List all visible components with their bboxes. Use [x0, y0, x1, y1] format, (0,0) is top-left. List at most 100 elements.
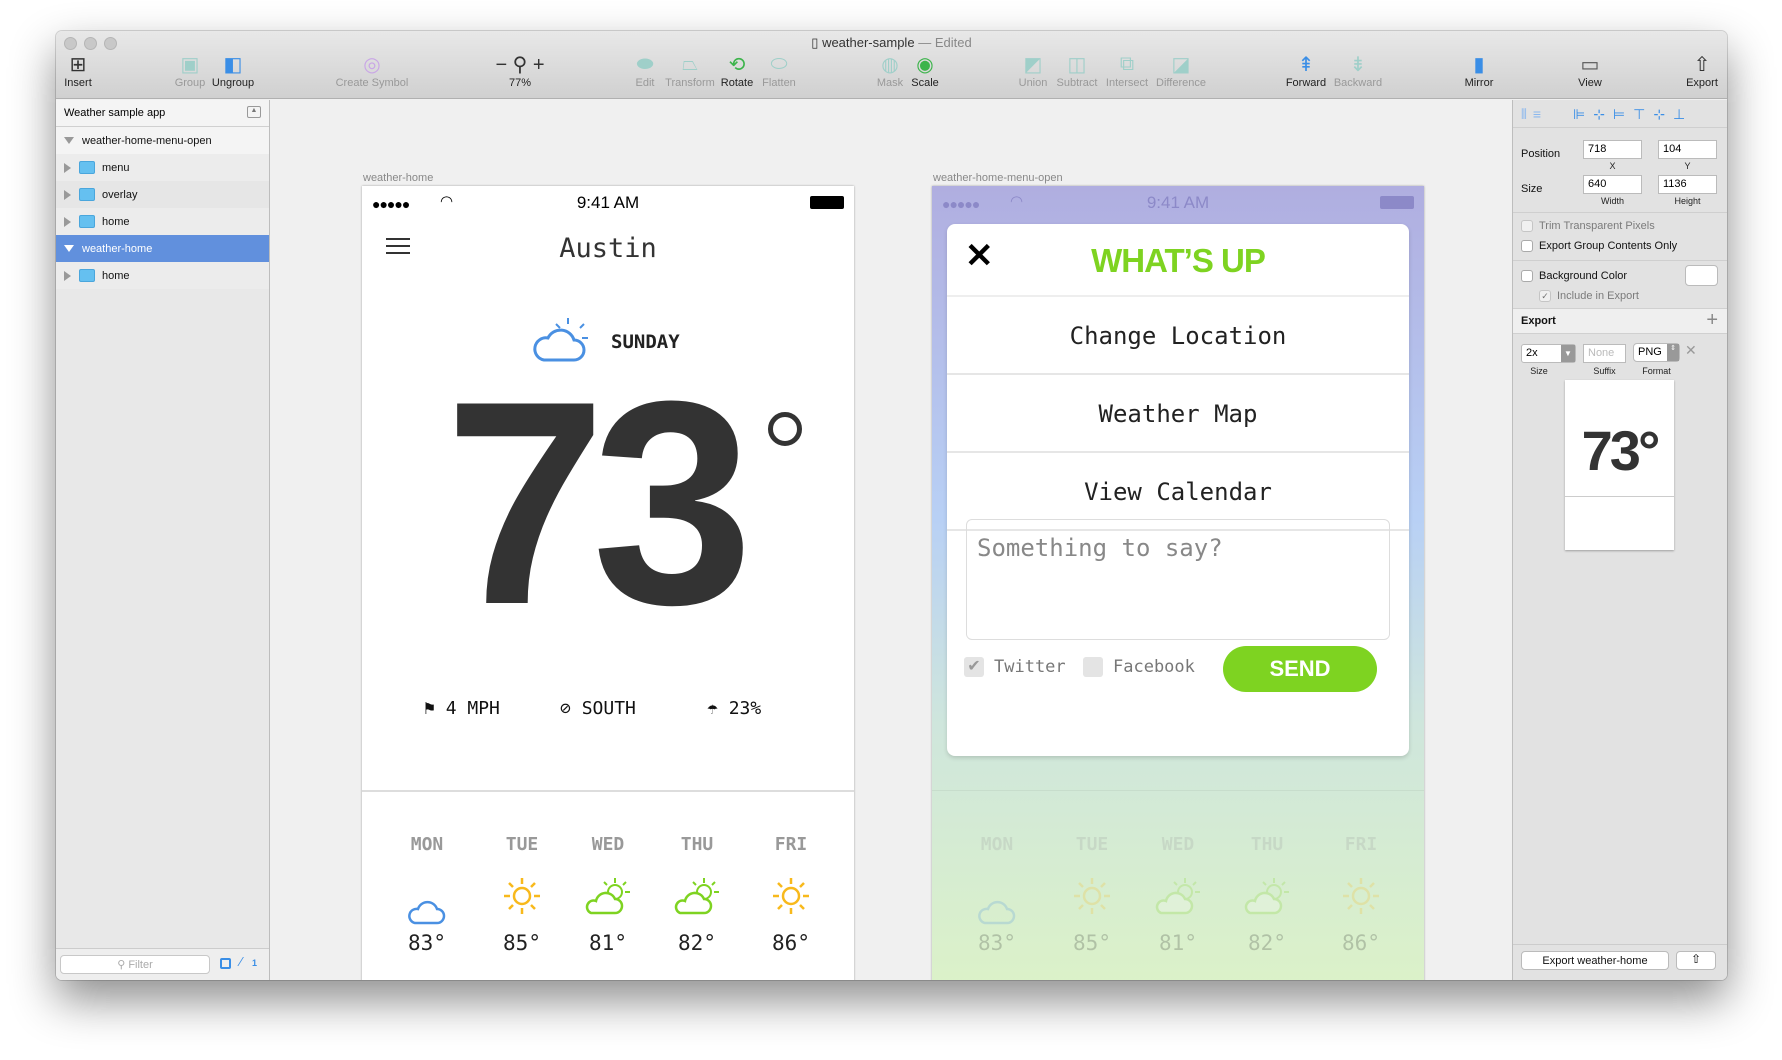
toolbar-ungroup-button[interactable]: ◧ Ungroup	[193, 51, 273, 90]
suffix-input[interactable]: None	[1583, 344, 1626, 363]
artboard-label[interactable]: weather-home	[363, 172, 433, 184]
status-time: 9:41 AM	[1146, 193, 1210, 212]
forecast-icon	[477, 876, 567, 921]
collapse-pages-icon[interactable]: ▲	[247, 106, 261, 118]
forecast-icon	[1133, 876, 1223, 921]
battery-icon	[810, 196, 844, 209]
y-input[interactable]: 104	[1658, 140, 1717, 159]
disclosure-open-icon[interactable]	[64, 245, 74, 252]
export-artboard-button[interactable]: Export weather-home	[1521, 951, 1669, 970]
canvas[interactable]: weather-home ●●●●● ◠ 9:41 AM Austin SUND…	[270, 100, 1512, 980]
height-input[interactable]: 1136	[1658, 175, 1717, 194]
symbol-icon: ◎	[363, 53, 381, 76]
format-caption: Format	[1642, 366, 1671, 376]
toolbar-backward-button[interactable]: ⇟ Backward	[1318, 51, 1398, 90]
wind-direction: ⊘ SOUTH	[560, 698, 636, 719]
layer-home[interactable]: home	[56, 208, 269, 235]
add-export-icon[interactable]: +	[1706, 309, 1718, 332]
facebook-checkbox[interactable]: Facebook	[1083, 657, 1195, 677]
toolbar-flatten-button[interactable]: ⬭ Flatten	[739, 51, 819, 90]
position-label: Position	[1521, 148, 1561, 160]
disclosure-closed-icon[interactable]	[64, 270, 71, 281]
folder-icon	[79, 215, 95, 228]
layer-weather-home-menu-open[interactable]: weather-home-menu-open	[56, 127, 269, 154]
page-selector[interactable]: Weather sample app ▲	[56, 100, 269, 127]
distribute-icons[interactable]: ⫴≡	[1521, 106, 1547, 123]
trim-checkbox[interactable]: Trim Transparent Pixels	[1521, 220, 1655, 232]
layer-weather-home[interactable]: weather-home	[56, 235, 269, 262]
include-in-export-checkbox[interactable]: ✓ Include in Export	[1539, 290, 1639, 302]
artboards-icon[interactable]	[220, 958, 231, 969]
toolbar-mirror-button[interactable]: ▮ Mirror	[1439, 51, 1519, 90]
forecast-icon	[652, 876, 742, 921]
partly-cloudy-icon	[674, 878, 719, 915]
artboard-weather-home-menu-open[interactable]: ●●●●● ◠ 9:41 AM MON 83° TUE 85° WED 81° THU…	[932, 186, 1424, 980]
flag-icon: ⚑	[424, 698, 446, 719]
difference-icon: ◪	[1171, 53, 1191, 76]
toolbar-export-button[interactable]: ⇧ Export	[1662, 51, 1727, 90]
check-icon: ✔	[964, 657, 984, 677]
stepper-icon: ⇕	[1667, 344, 1679, 361]
slice-icon[interactable]: ⁄	[240, 954, 242, 969]
forecast-day: WED	[1161, 834, 1195, 855]
sun-icon	[1074, 878, 1110, 914]
disclosure-closed-icon[interactable]	[64, 162, 71, 173]
layer-overlay[interactable]: overlay	[56, 181, 269, 208]
disclosure-open-icon[interactable]	[64, 137, 74, 144]
folder-icon	[79, 188, 95, 201]
mirror-icon: ▮	[1473, 53, 1485, 76]
sun-icon	[773, 878, 809, 914]
width-input[interactable]: 640	[1583, 175, 1642, 194]
degree-symbol	[768, 412, 802, 446]
forecast-temp: 81°	[1159, 931, 1197, 955]
toolbar-scale-button[interactable]: ◉ Scale	[885, 51, 965, 90]
menu-item[interactable]: Change Location	[947, 297, 1409, 375]
format-select[interactable]: PNG ⇕	[1633, 343, 1680, 362]
menu-item[interactable]: Weather Map	[947, 375, 1409, 453]
layer-menu[interactable]: menu	[56, 154, 269, 181]
forecast-day: FRI	[1344, 834, 1378, 855]
inspector-panel: ⫴≡ ⊫⊹⊨⊤⊹⊥ Position 718 104 X Y Size 640 …	[1512, 100, 1727, 980]
remove-export-icon[interactable]: ✕	[1685, 342, 1697, 359]
chevron-down-icon: ▼	[1561, 345, 1575, 362]
cloud-icon	[408, 900, 446, 925]
background-color-checkbox[interactable]: Background Color	[1521, 270, 1627, 282]
folder-icon	[79, 269, 95, 282]
disclosure-closed-icon[interactable]	[64, 189, 71, 200]
toolbar-zoom-button[interactable]: − ⚲ +77%	[480, 51, 560, 90]
wind-speed: ⚑ 4 MPH	[424, 698, 500, 719]
forecast-temp: 82°	[678, 931, 716, 955]
scale-icon: ◉	[916, 53, 934, 76]
layers-sidebar: Weather sample app ▲ weather-home-menu-op…	[56, 100, 270, 980]
toolbar: ▯ weather-sample — Edited ⊞ Insert ▣ Group ◧…	[56, 31, 1727, 99]
compass-icon: ⊘	[560, 698, 582, 719]
export-icon: ⇧	[1693, 53, 1711, 76]
filter-input[interactable]: ⚲ Filter	[60, 955, 210, 974]
partly-cloudy-icon	[585, 878, 630, 915]
send-button[interactable]: SEND	[1223, 646, 1377, 692]
toolbar-symbol-button[interactable]: ◎ Create Symbol	[332, 51, 412, 90]
width-caption: Width	[1600, 196, 1624, 206]
export-size-select[interactable]: 2x ▼	[1521, 344, 1576, 363]
height-caption: Height	[1674, 196, 1701, 206]
toolbar-view-button[interactable]: ▭ View	[1550, 51, 1630, 90]
artboard-label[interactable]: weather-home-menu-open	[933, 172, 1063, 184]
align-icons[interactable]: ⊫⊹⊨⊤⊹⊥	[1573, 106, 1693, 123]
status-time: 9:41 AM	[576, 193, 640, 212]
export-group-checkbox[interactable]: Export Group Contents Only	[1521, 240, 1677, 252]
divider	[362, 790, 854, 792]
share-icon[interactable]: ⇧	[1676, 951, 1716, 970]
disclosure-closed-icon[interactable]	[64, 216, 71, 227]
rain-chance: ☂ 23%	[707, 698, 762, 719]
battery-icon	[1380, 196, 1414, 209]
layer-home[interactable]: home	[56, 262, 269, 289]
toolbar-difference-button[interactable]: ◪ Difference	[1141, 51, 1221, 90]
message-textarea[interactable]: Something to say?	[966, 519, 1390, 640]
background-color-swatch[interactable]	[1685, 265, 1718, 286]
artboard-weather-home[interactable]: ●●●●● ◠ 9:41 AM Austin SUNDAY 73 ⚑ 4 MPH…	[362, 186, 854, 980]
x-input[interactable]: 718	[1583, 140, 1642, 159]
partly-cloudy-icon	[1155, 878, 1200, 915]
twitter-checkbox[interactable]: ✔ Twitter	[964, 657, 1066, 677]
plus-icon: ⊞	[69, 53, 87, 76]
toolbar-plus-button[interactable]: ⊞ Insert	[56, 51, 118, 90]
